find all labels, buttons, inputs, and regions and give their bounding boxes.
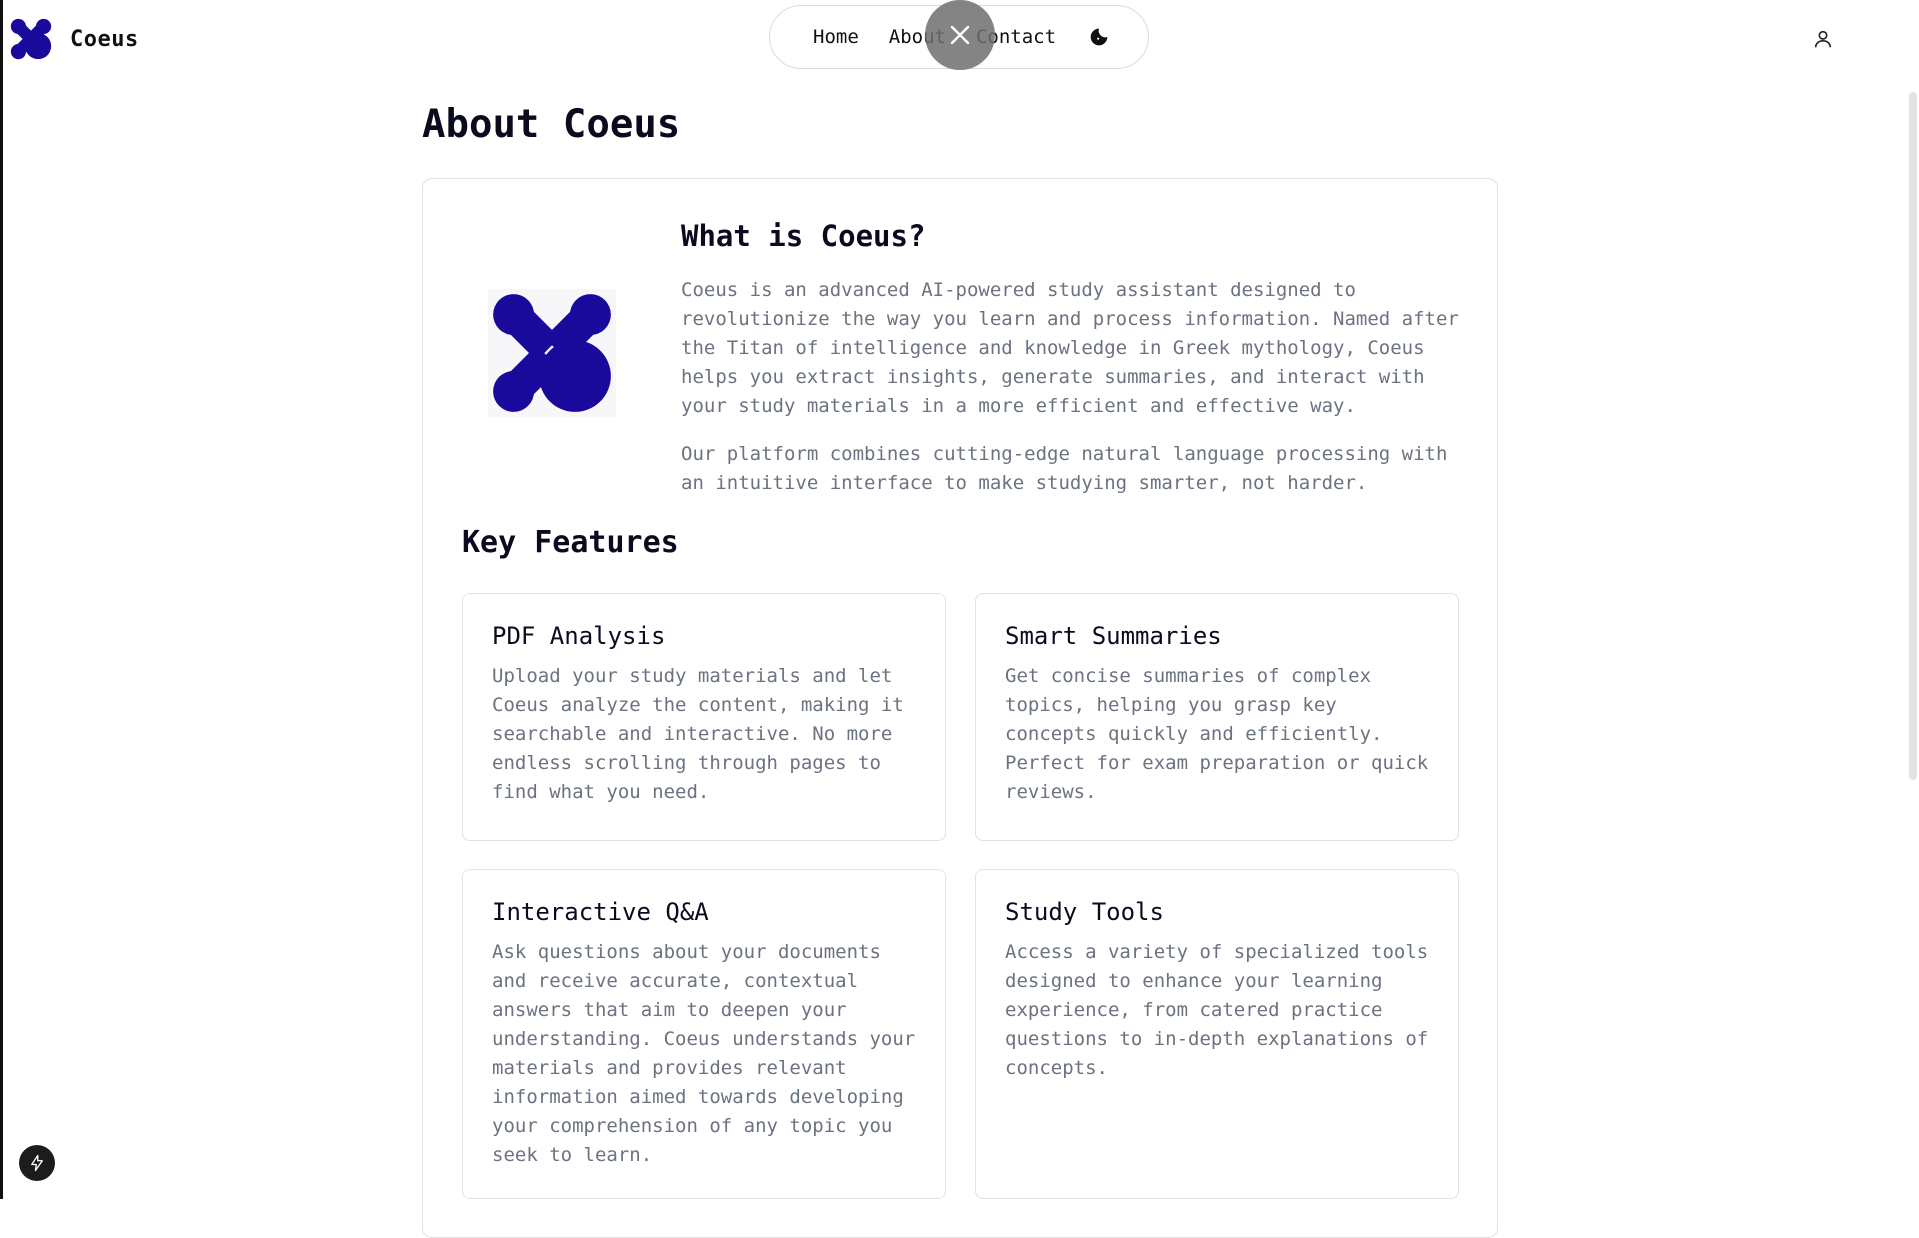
feature-title: PDF Analysis (492, 622, 666, 650)
feature-description: Get concise summaries of complex topics,… (1005, 665, 1429, 803)
bolt-icon (31, 1154, 43, 1172)
nav-home[interactable]: Home (813, 26, 859, 48)
user-icon (1814, 30, 1832, 48)
brand-link[interactable]: Coeus (10, 18, 139, 60)
about-paragraph-1: Coeus is an advanced AI-powered study as… (681, 279, 1459, 417)
brand-name: Coeus (70, 26, 139, 52)
feature-title: Smart Summaries (1005, 622, 1222, 650)
about-card: What is Coeus? Coeus is an advanced AI-p… (422, 178, 1498, 1238)
about-paragraph-2: Our platform combines cutting-edge natur… (681, 443, 1448, 494)
section-title-what-is-coeus: What is Coeus? (681, 219, 926, 253)
user-account-button[interactable] (1812, 28, 1834, 50)
coeus-hero-logo-icon (488, 289, 616, 417)
feature-card-study-tools: Study Tools Access a variety of speciali… (975, 869, 1459, 1199)
feature-card-smart-summaries: Smart Summaries Get concise summaries of… (975, 593, 1459, 841)
close-overlay-button[interactable] (925, 0, 995, 70)
coeus-logo-icon (10, 18, 52, 60)
key-features-title: Key Features (462, 525, 679, 560)
feature-description: Ask questions about your documents and r… (492, 941, 916, 1166)
page-title: About Coeus (422, 102, 681, 147)
feature-card-interactive-qa: Interactive Q&A Ask questions about your… (462, 869, 946, 1199)
theme-toggle-button[interactable] (1088, 26, 1110, 48)
close-icon (950, 25, 970, 45)
feature-description: Access a variety of specialized tools de… (1005, 941, 1429, 1079)
scrollbar-thumb[interactable] (1909, 92, 1917, 780)
moon-icon (1090, 28, 1108, 46)
feature-title: Study Tools (1005, 898, 1164, 926)
window-edge (0, 0, 3, 1199)
feature-description: Upload your study materials and let Coeu… (492, 665, 904, 803)
dev-tools-button[interactable] (19, 1145, 55, 1181)
feature-card-pdf-analysis: PDF Analysis Upload your study materials… (462, 593, 946, 841)
feature-title: Interactive Q&A (492, 898, 709, 926)
